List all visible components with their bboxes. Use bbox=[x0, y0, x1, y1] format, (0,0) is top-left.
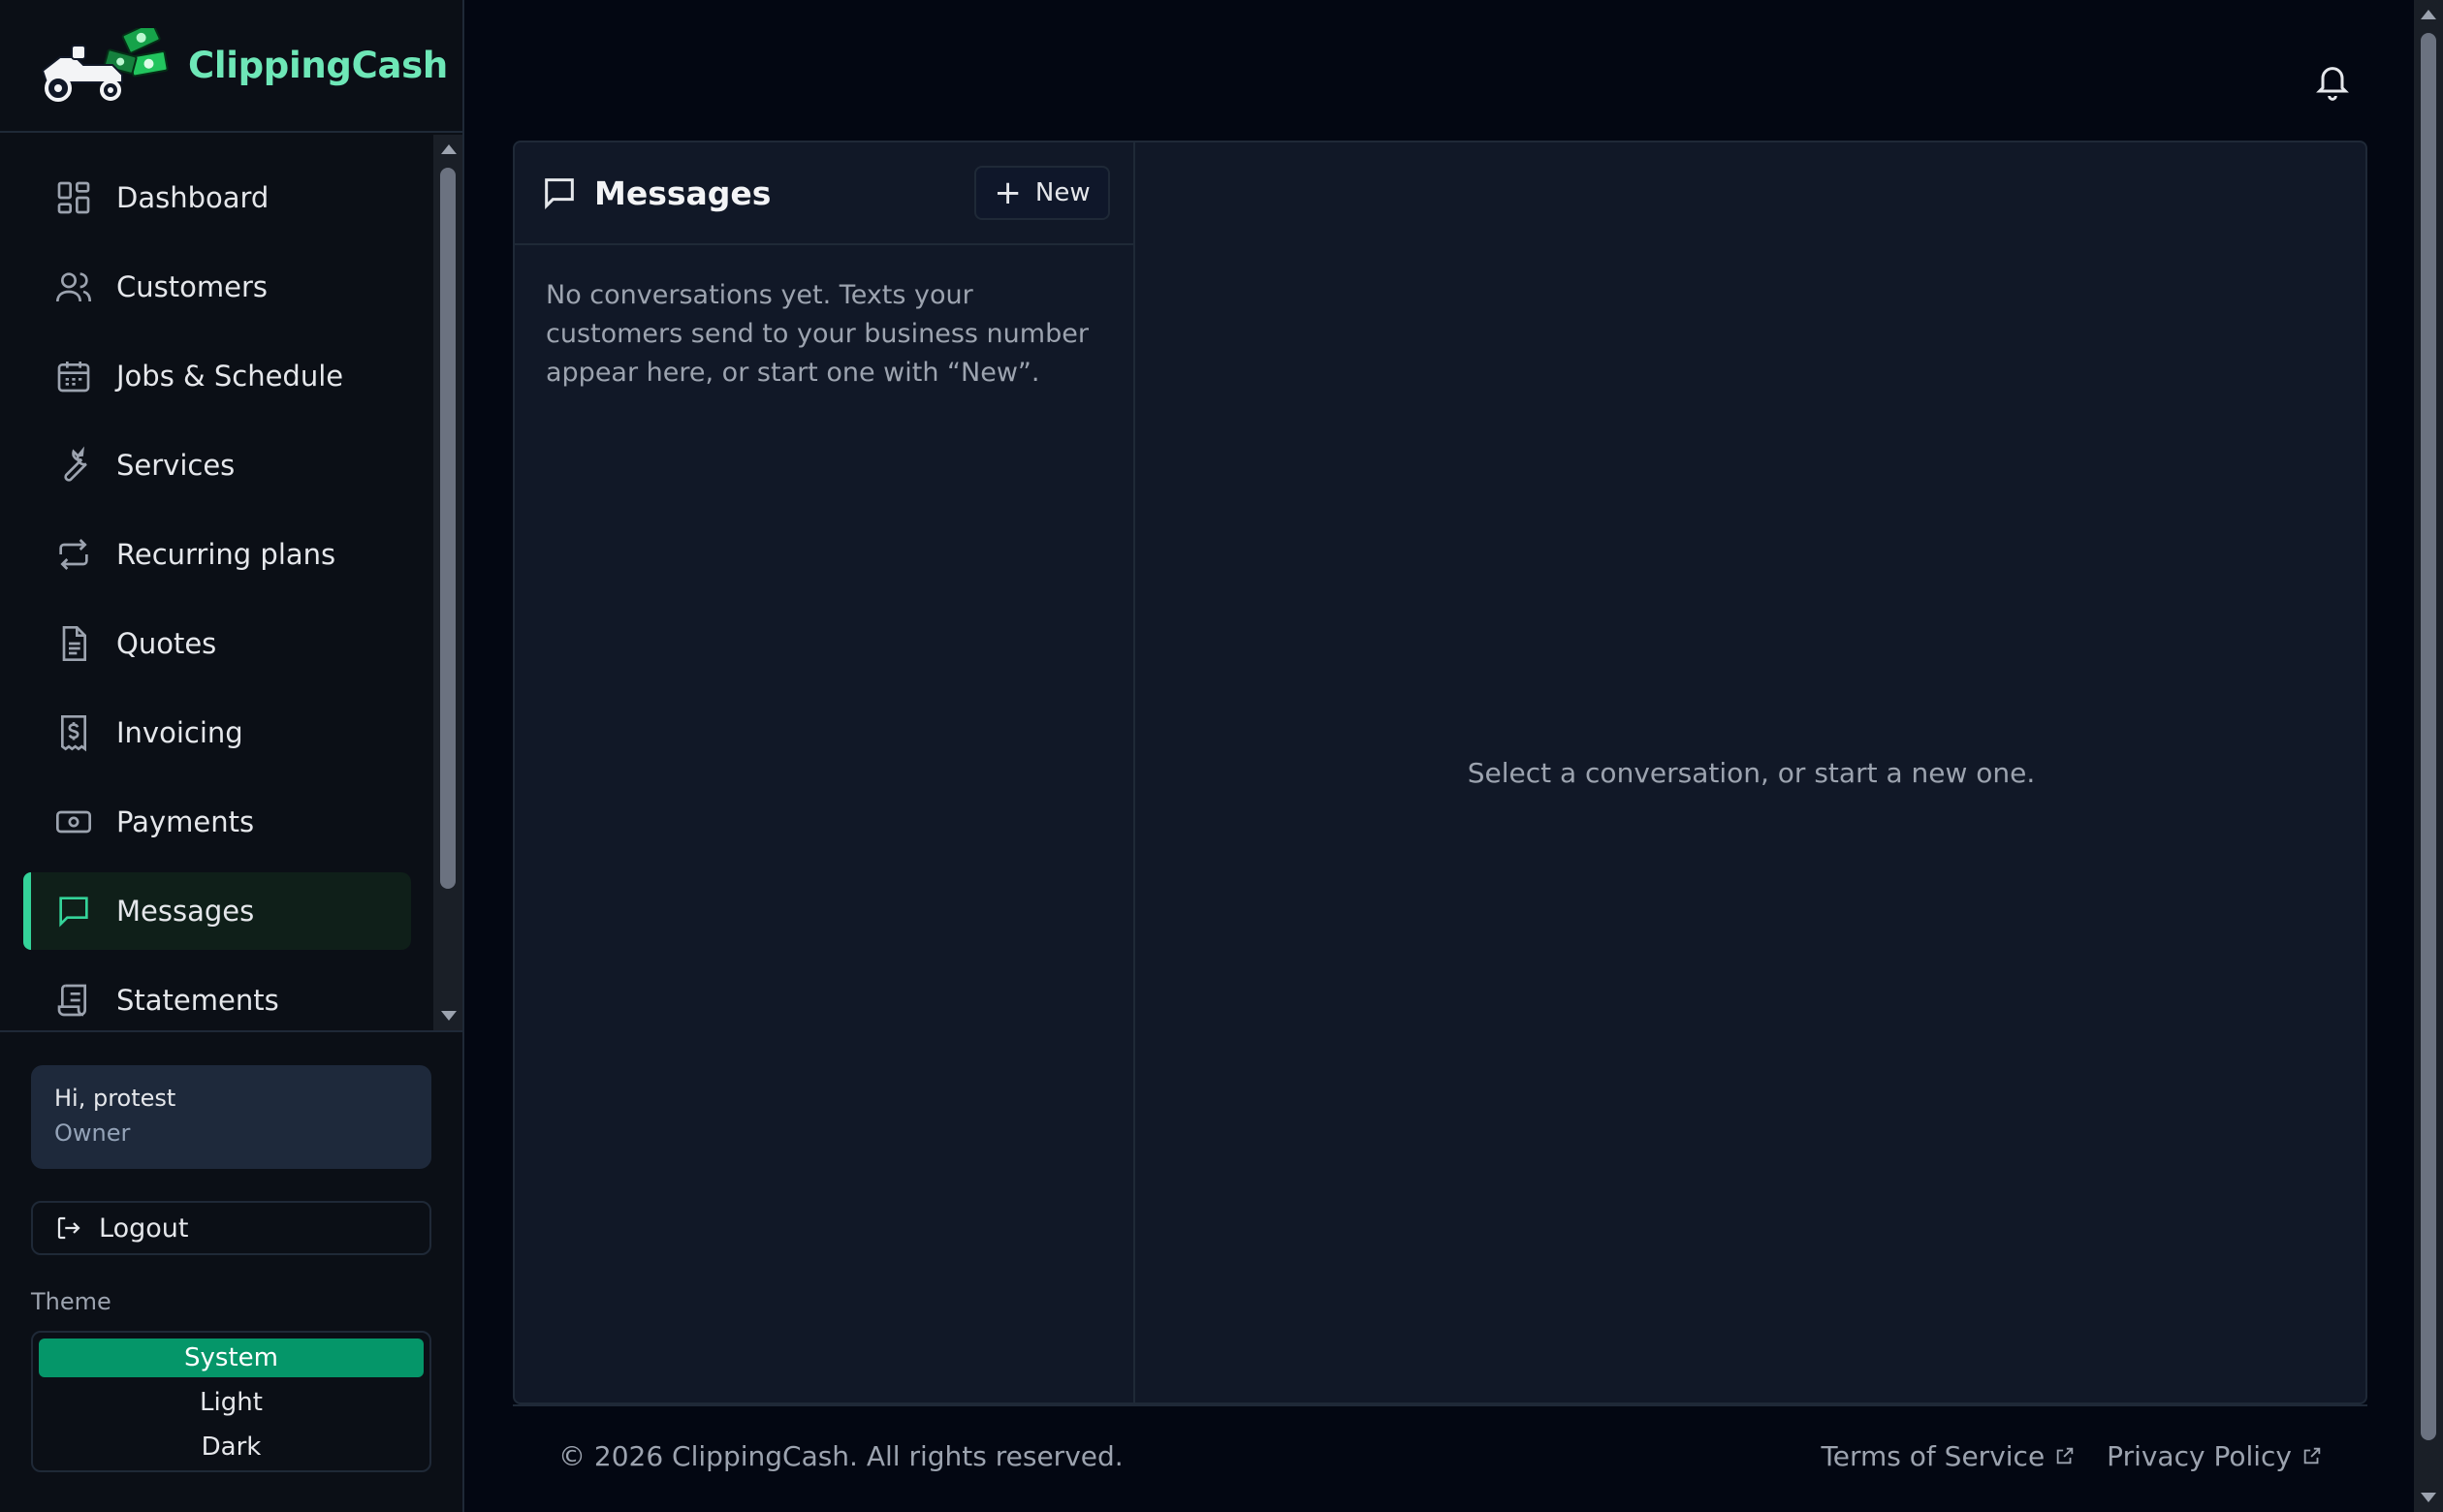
sidebar-item-customers[interactable]: Customers bbox=[23, 248, 411, 326]
sidebar-item-payments[interactable]: Payments bbox=[23, 783, 411, 861]
logout-icon bbox=[57, 1216, 80, 1240]
user-role: Owner bbox=[54, 1119, 131, 1147]
scroll-down-arrow-icon[interactable] bbox=[2421, 1493, 2436, 1502]
scroll-icon bbox=[57, 984, 86, 1017]
scrollbar-thumb[interactable] bbox=[2421, 33, 2436, 1440]
new-conversation-button[interactable]: + New bbox=[974, 166, 1110, 220]
sidebar-item-label: Jobs & Schedule bbox=[116, 360, 344, 393]
footer-links: Terms of Service Privacy Policy bbox=[1790, 1440, 2323, 1472]
new-button-label: New bbox=[1034, 178, 1091, 207]
page-title: Messages bbox=[594, 173, 772, 212]
sidebar-item-messages[interactable]: Messages bbox=[23, 872, 411, 950]
message-icon bbox=[545, 178, 574, 209]
sidebar-item-label: Messages bbox=[116, 895, 255, 928]
sidebar-item-label: Recurring plans bbox=[116, 538, 336, 571]
nav-list: Dashboard Customers Jobs & Schedule Serv… bbox=[23, 159, 411, 1030]
scroll-up-arrow-icon[interactable] bbox=[2421, 10, 2436, 19]
empty-conversations-text: No conversations yet. Texts your custome… bbox=[546, 280, 1089, 388]
copyright-text: © 2026 ClippingCash. All rights reserved… bbox=[558, 1439, 1124, 1472]
plus-icon: + bbox=[994, 173, 1022, 212]
sidebar: ClippingCash Dashboard Customers Jobs & … bbox=[0, 0, 464, 1512]
terms-of-service-label: Terms of Service bbox=[1821, 1439, 2046, 1472]
bell-icon[interactable] bbox=[2313, 60, 2352, 103]
empty-detail-text: Select a conversation, or start a new on… bbox=[1467, 756, 2036, 789]
terms-of-service-link[interactable]: Terms of Service bbox=[1821, 1440, 2076, 1472]
theme-selector: System Light Dark bbox=[31, 1331, 431, 1472]
sidebar-item-label: Dashboard bbox=[116, 181, 270, 214]
page-footer: © 2026 ClippingCash. All rights reserved… bbox=[558, 1434, 2323, 1477]
theme-option-system[interactable]: System bbox=[39, 1339, 424, 1377]
user-greeting: Hi, protest bbox=[54, 1085, 176, 1112]
cash-icon bbox=[56, 810, 91, 834]
sidebar-item-jobs-schedule[interactable]: Jobs & Schedule bbox=[23, 337, 411, 415]
brand-name: ClippingCash bbox=[188, 45, 448, 86]
repeat-icon bbox=[59, 539, 88, 570]
sidebar-item-dashboard[interactable]: Dashboard bbox=[23, 159, 411, 236]
privacy-policy-link[interactable]: Privacy Policy bbox=[2107, 1440, 2323, 1472]
sidebar-item-recurring-plans[interactable]: Recurring plans bbox=[23, 516, 411, 593]
sidebar-item-label: Customers bbox=[116, 270, 268, 303]
calendar-icon bbox=[57, 362, 90, 393]
sidebar-item-invoicing[interactable]: Invoicing bbox=[23, 694, 411, 772]
receipt-icon bbox=[61, 715, 86, 752]
sidebar-item-label: Invoicing bbox=[116, 716, 243, 749]
document-icon bbox=[62, 626, 86, 661]
sidebar-scrollbar[interactable] bbox=[433, 135, 462, 1030]
message-icon bbox=[59, 897, 88, 928]
theme-option-light[interactable]: Light bbox=[39, 1383, 424, 1422]
sidebar-item-services[interactable]: Services bbox=[23, 426, 411, 504]
theme-label: Theme bbox=[31, 1288, 111, 1315]
external-link-icon bbox=[2056, 1447, 2074, 1465]
sidebar-item-label: Services bbox=[116, 449, 236, 482]
dashboard-icon bbox=[57, 181, 90, 214]
privacy-policy-label: Privacy Policy bbox=[2107, 1439, 2292, 1472]
conversation-list: Messages + New No conversations yet. Tex… bbox=[515, 142, 1135, 1402]
scroll-up-arrow-icon[interactable] bbox=[441, 144, 457, 154]
wrench-icon bbox=[64, 446, 87, 482]
footer-divider bbox=[513, 1404, 2367, 1406]
sidebar-item-statements[interactable]: Statements bbox=[23, 961, 411, 1030]
sidebar-item-label: Statements bbox=[116, 984, 279, 1017]
users-icon bbox=[56, 272, 91, 302]
brand-header[interactable]: ClippingCash bbox=[0, 0, 462, 133]
sidebar-item-quotes[interactable]: Quotes bbox=[23, 605, 411, 682]
user-card: Hi, protest Owner bbox=[31, 1065, 431, 1169]
scrollbar-thumb[interactable] bbox=[440, 168, 456, 889]
mower-money-logo-icon bbox=[41, 27, 169, 102]
conversation-detail: Select a conversation, or start a new on… bbox=[1137, 142, 2365, 1402]
sidebar-item-label: Quotes bbox=[116, 627, 217, 660]
messages-panel: Messages + New No conversations yet. Tex… bbox=[513, 141, 2367, 1404]
logout-button[interactable]: Logout bbox=[31, 1201, 431, 1255]
sidebar-item-label: Payments bbox=[116, 805, 255, 838]
external-link-icon bbox=[2303, 1447, 2321, 1465]
sidebar-nav: Dashboard Customers Jobs & Schedule Serv… bbox=[0, 135, 462, 1030]
logout-label: Logout bbox=[99, 1213, 189, 1244]
scroll-down-arrow-icon[interactable] bbox=[441, 1011, 457, 1021]
theme-option-dark[interactable]: Dark bbox=[39, 1428, 424, 1466]
conversation-list-header: Messages + New bbox=[515, 142, 1133, 245]
page-scrollbar[interactable] bbox=[2414, 0, 2443, 1512]
sidebar-footer: Hi, protest Owner Logout Theme System Li… bbox=[0, 1030, 462, 1512]
